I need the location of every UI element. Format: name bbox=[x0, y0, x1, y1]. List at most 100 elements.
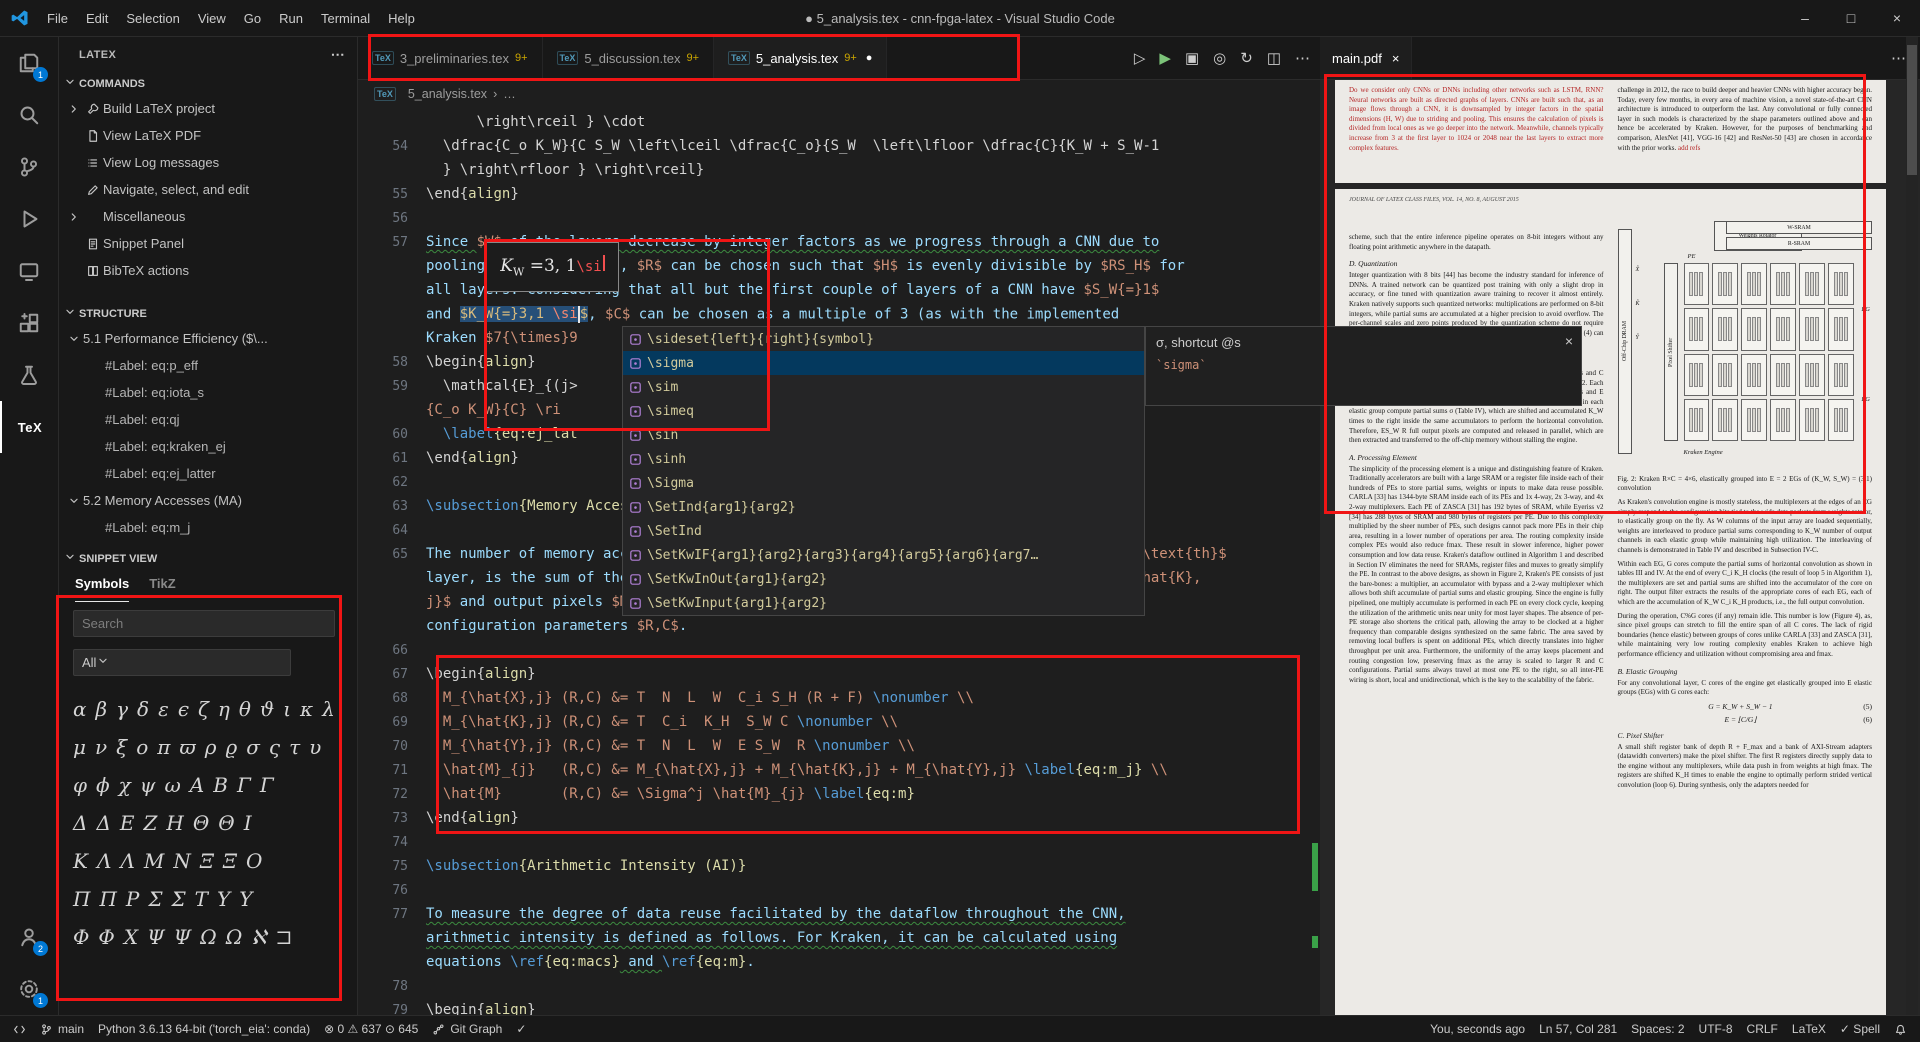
command-snippet-panel[interactable]: Snippet Panel bbox=[59, 230, 357, 257]
pdf-scrollbar[interactable] bbox=[1906, 37, 1918, 1015]
tab-5-discussion-tex[interactable]: TeX5_discussion.tex9+ bbox=[543, 37, 715, 79]
symbol-glyph[interactable]: Σ bbox=[172, 880, 186, 918]
code-row[interactable]: configuration parameters $R,C$. bbox=[358, 614, 1320, 638]
symbol-glyph[interactable]: Δ bbox=[73, 804, 87, 842]
menu-go[interactable]: Go bbox=[235, 0, 270, 37]
command-build-latex-project[interactable]: Build LaTeX project bbox=[59, 95, 357, 122]
symbol-glyph[interactable]: T bbox=[195, 880, 208, 918]
symbol-glyph[interactable]: ϑ bbox=[260, 690, 274, 728]
suggestion-sim[interactable]: \sim bbox=[623, 375, 1144, 399]
build-project-icon[interactable]: ▶ bbox=[1159, 49, 1171, 67]
status-remote-indicator[interactable] bbox=[6, 1016, 33, 1042]
more-actions-icon[interactable]: ⋯ bbox=[1295, 49, 1310, 67]
symbol-glyph[interactable]: ζ bbox=[198, 690, 209, 728]
command-view-log-messages[interactable]: View Log messages bbox=[59, 149, 357, 176]
maximize-button[interactable]: □ bbox=[1828, 0, 1874, 37]
activity-settings-icon[interactable]: 1 bbox=[0, 963, 58, 1015]
activity-search-icon[interactable] bbox=[0, 89, 58, 141]
symbol-glyph[interactable]: χ bbox=[119, 766, 131, 804]
code-row[interactable]: 72 \hat{M} (R,C) &= \Sigma^j \hat{M}_{j}… bbox=[358, 782, 1320, 806]
run-file-icon[interactable]: ▷ bbox=[1134, 49, 1146, 67]
structure-item-label-eq-ej-latter[interactable]: #Label: eq:ej_latter bbox=[59, 460, 357, 487]
symbol-glyph[interactable]: Λ bbox=[120, 842, 134, 880]
code-row[interactable]: 54 \dfrac{C_o K_W}{C S_W \left\lceil \df… bbox=[358, 134, 1320, 158]
symbol-glyph[interactable]: Ω bbox=[226, 918, 243, 956]
symbol-glyph[interactable]: φ bbox=[73, 766, 87, 804]
snippet-tab-symbols[interactable]: Symbols bbox=[75, 576, 129, 602]
structure-item-label-eq-kraken-ej[interactable]: #Label: eq:kraken_ej bbox=[59, 433, 357, 460]
suggestion-sinh[interactable]: \sinh bbox=[623, 447, 1144, 471]
symbol-glyph[interactable]: Ψ bbox=[147, 918, 165, 956]
symbol-glyph[interactable]: ⊐ bbox=[275, 918, 292, 956]
symbol-glyph[interactable]: Ω bbox=[200, 918, 217, 956]
command-miscellaneous[interactable]: Miscellaneous bbox=[59, 203, 357, 230]
symbol-glyph[interactable]: Π bbox=[73, 880, 90, 918]
symbol-glyph[interactable]: ο bbox=[136, 728, 148, 766]
symbol-glyph[interactable]: Γ bbox=[237, 766, 251, 804]
dirty-indicator[interactable]: ● bbox=[866, 52, 873, 64]
code-row[interactable]: 55\end{align} bbox=[358, 182, 1320, 206]
symbol-glyph[interactable]: ε bbox=[158, 690, 169, 728]
breadcrumb-file[interactable]: 5_analysis.tex bbox=[408, 87, 487, 101]
snippet-section-header[interactable]: SNIPPET VIEW bbox=[59, 547, 357, 570]
sync-icon[interactable]: ↻ bbox=[1240, 49, 1253, 67]
activity-remote-explorer-icon[interactable] bbox=[0, 245, 58, 297]
activity-explorer-icon[interactable]: 1 bbox=[0, 37, 58, 89]
breadcrumb[interactable]: TeX 5_analysis.tex › … bbox=[358, 80, 1320, 108]
symbol-glyph[interactable]: κ bbox=[300, 690, 313, 728]
code-row[interactable]: 77To measure the degree of data reuse fa… bbox=[358, 902, 1320, 926]
suggestion-setkwinput-arg1-arg2[interactable]: \SetKwInput{arg1}{arg2} bbox=[623, 591, 1144, 615]
status-problems[interactable]: ⊗ 0 ⚠ 637 ⊙ 645 bbox=[317, 1016, 425, 1042]
status-format-check[interactable]: ✓ bbox=[509, 1016, 533, 1042]
symbol-glyph[interactable]: ω bbox=[164, 766, 180, 804]
symbol-glyph[interactable]: Σ bbox=[148, 880, 162, 918]
symbol-glyph[interactable]: μ bbox=[73, 728, 86, 766]
suggestion-simeq[interactable]: \simeq bbox=[623, 399, 1144, 423]
code-row[interactable]: 73\end{align} bbox=[358, 806, 1320, 830]
symbol-glyph[interactable]: ξ bbox=[116, 728, 127, 766]
symbol-glyph[interactable]: θ bbox=[239, 690, 251, 728]
snippet-filter-dropdown[interactable]: All bbox=[73, 649, 291, 676]
menu-terminal[interactable]: Terminal bbox=[312, 0, 379, 37]
symbol-glyph[interactable]: ℵ bbox=[251, 918, 266, 956]
status-spell-checker[interactable]: ✓ Spell bbox=[1833, 1016, 1887, 1042]
status-language-mode[interactable]: LaTeX bbox=[1785, 1016, 1833, 1042]
symbol-glyph[interactable]: Λ bbox=[97, 842, 111, 880]
structure-item-label-eq-qj[interactable]: #Label: eq:qj bbox=[59, 406, 357, 433]
close-icon[interactable]: × bbox=[1565, 333, 1573, 349]
code-row[interactable]: 78 bbox=[358, 974, 1320, 998]
suggestion-sin[interactable]: \sin bbox=[623, 423, 1144, 447]
symbol-glyph[interactable]: N bbox=[173, 842, 191, 880]
symbol-glyph[interactable]: B bbox=[213, 766, 228, 804]
suggestion-setind-arg1-arg2[interactable]: \SetInd{arg1}{arg2} bbox=[623, 495, 1144, 519]
suggestion-setkwinout-arg1-arg2[interactable]: \SetKwInOut{arg1}{arg2} bbox=[623, 567, 1144, 591]
activity-source-control-icon[interactable] bbox=[0, 141, 58, 193]
code-row[interactable]: 68 M_{\hat{X},j} (R,C) &= T N L W C_i S_… bbox=[358, 686, 1320, 710]
pdf-scrollbar-thumb[interactable] bbox=[1907, 45, 1917, 175]
symbol-glyph[interactable]: K bbox=[73, 842, 88, 880]
suggestion-setind[interactable]: \SetInd bbox=[623, 519, 1144, 543]
symbol-glyph[interactable]: ς bbox=[269, 728, 280, 766]
snippet-tab-tikz[interactable]: TikZ bbox=[149, 576, 176, 602]
symbol-glyph[interactable]: Θ bbox=[218, 804, 234, 842]
suggestion-sigma[interactable]: \Sigma bbox=[623, 471, 1144, 495]
code-row[interactable]: 75\subsection{Arithmetic Intensity (AI)} bbox=[358, 854, 1320, 878]
menu-run[interactable]: Run bbox=[270, 0, 312, 37]
structure-item-label-eq-p-eff[interactable]: #Label: eq:p_eff bbox=[59, 352, 357, 379]
symbol-glyph[interactable]: λ bbox=[322, 690, 335, 728]
menu-selection[interactable]: Selection bbox=[117, 0, 188, 37]
activity-latex-workshop-icon[interactable]: TeX bbox=[0, 401, 58, 453]
code-row[interactable]: 69 M_{\hat{K},j} (R,C) &= T C_i K_H S_W … bbox=[358, 710, 1320, 734]
pdf-viewer[interactable]: Do we consider only CNNs or DNNs includi… bbox=[1320, 80, 1920, 1015]
close-icon[interactable]: × bbox=[1392, 51, 1400, 66]
suggestion-sideset-left-right-symbol[interactable]: \sideset{left}{right}{symbol} bbox=[623, 327, 1144, 351]
breadcrumb-tail[interactable]: … bbox=[503, 87, 516, 101]
sidebar-more-button[interactable]: ⋯ bbox=[331, 46, 345, 63]
minimize-button[interactable]: – bbox=[1782, 0, 1828, 37]
code-row[interactable]: 71 \hat{M}_{j} (R,C) &= M_{\hat{X},j} + … bbox=[358, 758, 1320, 782]
status-notifications-bell[interactable] bbox=[1887, 1016, 1914, 1042]
command-view-latex-pdf[interactable]: View LaTeX PDF bbox=[59, 122, 357, 149]
symbol-glyph[interactable]: P bbox=[126, 880, 139, 918]
symbol-glyph[interactable]: H bbox=[166, 804, 183, 842]
status-cursor-position[interactable]: Ln 57, Col 281 bbox=[1532, 1016, 1624, 1042]
